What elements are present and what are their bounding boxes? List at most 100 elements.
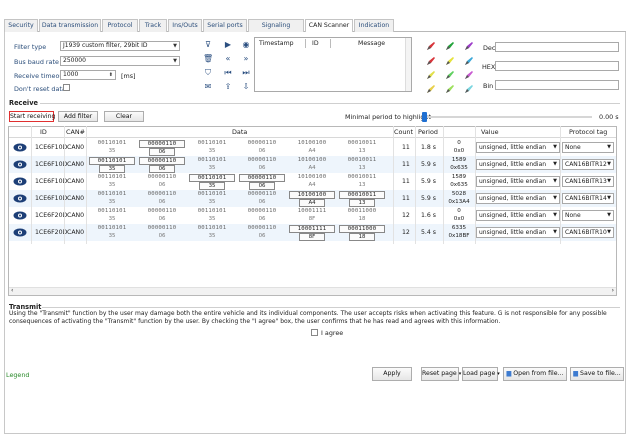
spin-icon[interactable]: ⬍ bbox=[109, 71, 113, 79]
data-byte-bits[interactable]: 00000110 bbox=[239, 157, 285, 163]
data-byte-bits[interactable]: 00110101 bbox=[189, 191, 235, 197]
legend-link[interactable]: Legend bbox=[6, 371, 29, 379]
bin-input[interactable] bbox=[495, 80, 619, 90]
trash-icon[interactable]: 🗑 bbox=[203, 54, 213, 64]
highlight-color-pen-icon[interactable] bbox=[426, 84, 436, 94]
data-byte-bits[interactable]: 00110101 bbox=[89, 174, 135, 180]
tab-indication[interactable]: Indication bbox=[354, 19, 394, 32]
upload-icon[interactable]: ⇪ bbox=[223, 82, 233, 92]
data-byte-bits[interactable]: 00110101 bbox=[89, 208, 135, 214]
tab-signaling-settings[interactable]: Signaling settings bbox=[248, 19, 304, 41]
data-byte-bits[interactable]: 10001111 bbox=[289, 225, 335, 233]
highlight-color-pen-icon[interactable] bbox=[426, 56, 436, 66]
data-byte-bits[interactable]: 00000110 bbox=[139, 208, 185, 214]
header-period[interactable]: Period bbox=[418, 128, 438, 136]
tab-track[interactable]: Track bbox=[139, 19, 167, 32]
value-format-select[interactable]: unsigned, little endian ▼ bbox=[476, 227, 560, 238]
protocol-tag-select[interactable]: CAN16BITR14 ▼ bbox=[562, 193, 614, 204]
open-from-file-button[interactable]: ▆ Open from file... bbox=[503, 367, 567, 381]
tab-serial-ports[interactable]: Serial ports bbox=[203, 19, 247, 32]
header-protocol-tag[interactable]: Protocol tag bbox=[569, 128, 607, 136]
tab-data-transmission[interactable]: Data transmission bbox=[39, 19, 101, 32]
data-byte-bits[interactable]: 10100100 bbox=[289, 140, 335, 146]
data-byte-bits[interactable]: 00000110 bbox=[139, 174, 185, 180]
data-byte-bits[interactable]: 00000110 bbox=[239, 191, 285, 197]
reset-page-button[interactable]: Reset page ▾ bbox=[421, 367, 461, 381]
highlight-color-pen-icon[interactable] bbox=[464, 70, 474, 80]
hex-input[interactable] bbox=[495, 61, 619, 71]
table-row[interactable]: 1CE6F10D CAN0 00110101 35 00000110 06 00110101… bbox=[9, 156, 616, 173]
filter-type-select[interactable]: J1939 custom filter, 29bit ID ▼ bbox=[60, 41, 180, 51]
message-log-scrollbar[interactable] bbox=[405, 38, 411, 91]
first-icon[interactable]: ⏮ bbox=[223, 68, 233, 78]
record-icon[interactable]: ◉ bbox=[241, 40, 251, 50]
data-byte-bits[interactable]: 00110101 bbox=[89, 157, 135, 165]
highlight-slider[interactable] bbox=[422, 112, 592, 122]
data-byte-bits[interactable]: 10001111 bbox=[289, 208, 335, 214]
data-byte-bits[interactable]: 00010011 bbox=[339, 174, 385, 180]
eye-icon[interactable] bbox=[13, 211, 27, 220]
value-format-select[interactable]: unsigned, little endian ▼ bbox=[476, 142, 560, 153]
protocol-tag-select[interactable]: None ▼ bbox=[562, 142, 614, 153]
data-byte-bits[interactable]: 00110101 bbox=[189, 157, 235, 163]
data-byte-bits[interactable]: 00011000 bbox=[339, 225, 385, 233]
data-byte-bits[interactable]: 10100100 bbox=[289, 191, 335, 199]
table-row[interactable]: 1CE6F10D CAN0 00110101 35 00000110 06 00110101… bbox=[9, 173, 616, 190]
data-byte-bits[interactable]: 00110101 bbox=[189, 174, 235, 182]
table-row[interactable]: 1CE6F20D CAN0 00110101 35 00000110 06 00110101… bbox=[9, 207, 616, 224]
message-log[interactable]: Timestamp ID Message bbox=[254, 37, 412, 92]
table-hscrollbar[interactable]: ‹ › bbox=[9, 287, 616, 295]
data-byte-bits[interactable]: 00000110 bbox=[239, 140, 285, 146]
last-icon[interactable]: ⏭ bbox=[241, 68, 251, 78]
tab-protocol[interactable]: Protocol bbox=[102, 19, 138, 32]
header-id[interactable]: ID bbox=[40, 128, 47, 136]
data-byte-bits[interactable]: 00110101 bbox=[189, 140, 235, 146]
start-receiving-button[interactable]: Start receiving bbox=[9, 111, 55, 122]
eye-icon[interactable] bbox=[13, 177, 27, 186]
filter-icon[interactable]: ⊽ bbox=[203, 40, 213, 50]
dont-reset-checkbox[interactable] bbox=[63, 84, 70, 91]
apply-button[interactable]: Apply bbox=[372, 367, 412, 381]
header-value[interactable]: Value bbox=[481, 128, 499, 136]
baud-rate-select[interactable]: 250000 ▼ bbox=[60, 56, 180, 66]
protocol-tag-select[interactable]: CAN16BITR13 ▼ bbox=[562, 176, 614, 187]
header-can[interactable]: CAN# bbox=[66, 128, 85, 136]
data-byte-bits[interactable]: 00000110 bbox=[139, 191, 185, 197]
eye-icon[interactable] bbox=[13, 160, 27, 169]
data-byte-bits[interactable]: 00000110 bbox=[239, 225, 285, 231]
highlight-color-pen-icon[interactable] bbox=[445, 70, 455, 80]
scroll-left-icon[interactable]: ‹ bbox=[11, 287, 13, 294]
data-byte-bits[interactable]: 00000110 bbox=[139, 140, 185, 148]
data-byte-bits[interactable]: 00010011 bbox=[339, 140, 385, 146]
eye-icon[interactable] bbox=[13, 143, 27, 152]
data-byte-bits[interactable]: 00110101 bbox=[89, 140, 135, 146]
highlight-color-pen-icon[interactable] bbox=[445, 56, 455, 66]
highlight-color-pen-icon[interactable] bbox=[464, 41, 474, 51]
eye-icon[interactable] bbox=[13, 194, 27, 203]
data-byte-bits[interactable]: 00011000 bbox=[339, 208, 385, 214]
tab-ins-outs[interactable]: Ins/Outs bbox=[168, 19, 202, 32]
table-row[interactable]: 1CE6F10D CAN0 00110101 35 00000110 06 00110101… bbox=[9, 190, 616, 207]
export-icon[interactable]: ✉ bbox=[203, 82, 213, 92]
scroll-right-icon[interactable]: › bbox=[612, 287, 614, 294]
data-byte-bits[interactable]: 00110101 bbox=[89, 191, 135, 197]
eye-icon[interactable] bbox=[13, 228, 27, 237]
data-byte-bits[interactable]: 10100100 bbox=[289, 157, 335, 163]
data-byte-bits[interactable]: 00000110 bbox=[239, 208, 285, 214]
header-count[interactable]: Count bbox=[394, 128, 413, 136]
value-format-select[interactable]: unsigned, little endian ▼ bbox=[476, 210, 560, 221]
forward-icon[interactable]: » bbox=[241, 54, 251, 64]
value-format-select[interactable]: unsigned, little endian ▼ bbox=[476, 159, 560, 170]
i-agree-checkbox[interactable] bbox=[311, 329, 318, 336]
data-byte-bits[interactable]: 00010011 bbox=[339, 157, 385, 163]
highlight-color-pen-icon[interactable] bbox=[464, 56, 474, 66]
highlight-color-pen-icon[interactable] bbox=[426, 70, 436, 80]
data-byte-bits[interactable]: 00000110 bbox=[139, 157, 185, 165]
data-byte-bits[interactable]: 00000110 bbox=[139, 225, 185, 231]
data-byte-bits[interactable]: 00000110 bbox=[239, 174, 285, 182]
load-page-button[interactable]: Load page ▾ bbox=[462, 367, 500, 381]
highlight-color-pen-icon[interactable] bbox=[445, 84, 455, 94]
protocol-tag-select[interactable]: CAN16BITR12 ▼ bbox=[562, 159, 614, 170]
highlight-color-pen-icon[interactable] bbox=[445, 41, 455, 51]
add-filter-button[interactable]: Add filter bbox=[58, 111, 98, 122]
